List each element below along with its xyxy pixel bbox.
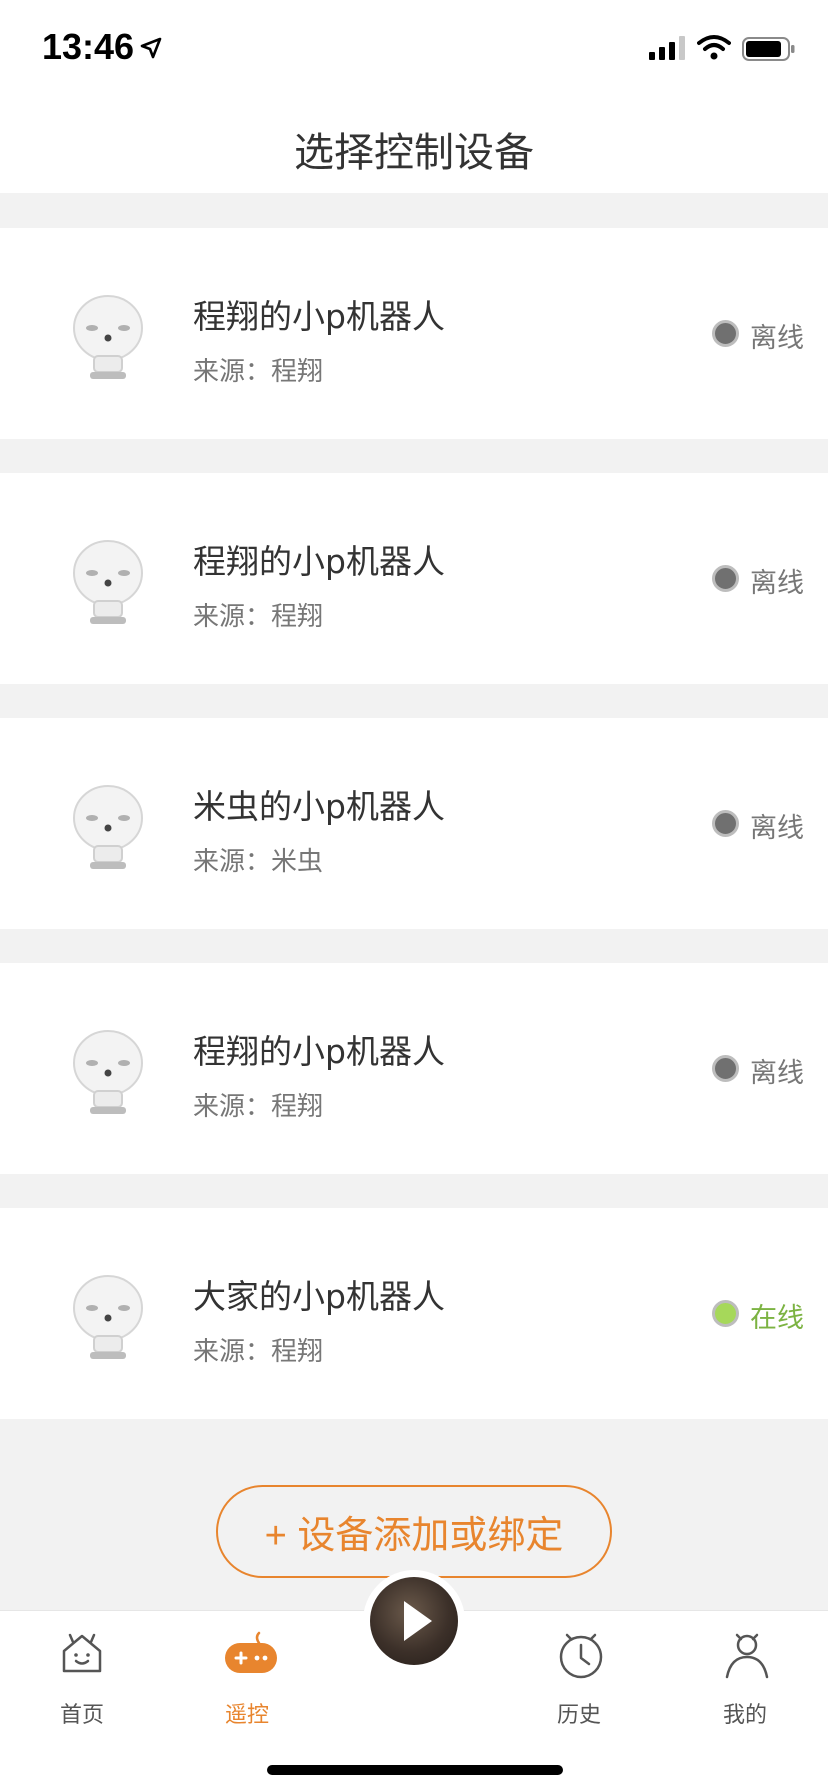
device-name: 程翔的小p机器人	[193, 297, 445, 336]
device-name: 程翔的小p机器人	[193, 542, 445, 581]
page-title: 选择控制设备	[294, 130, 534, 176]
device-source: 来源：程翔	[193, 1337, 324, 1367]
robot-icon	[73, 1030, 143, 1114]
device-card[interactable]: 米虫的小p机器人 来源：米虫 离线	[0, 718, 828, 929]
add-device-button[interactable]: + 设备添加或绑定	[216, 1485, 612, 1578]
robot-icon	[73, 295, 143, 379]
tab-label: 首页	[59, 1703, 104, 1728]
center-play-button[interactable]	[363, 1570, 465, 1672]
device-source: 来源：程翔	[193, 357, 324, 387]
status-dot	[712, 320, 739, 347]
device-card[interactable]: 程翔的小p机器人 来源：程翔 离线	[0, 963, 828, 1174]
status-dot	[712, 1055, 739, 1082]
play-thumbnail	[370, 1577, 458, 1665]
status-label: 离线	[750, 568, 804, 599]
status-label: 离线	[750, 813, 804, 844]
robot-icon	[73, 785, 143, 869]
tab-label: 遥控	[224, 1703, 269, 1728]
device-source: 来源：程翔	[193, 602, 324, 632]
home-indicator	[267, 1765, 563, 1775]
navigation-bar: 选择控制设备	[0, 96, 828, 193]
device-name: 大家的小p机器人	[193, 1277, 445, 1316]
device-card[interactable]: 程翔的小p机器人 来源：程翔 离线	[0, 473, 828, 684]
status-dot	[712, 565, 739, 592]
status-bar: 13:46	[0, 0, 828, 96]
wifi-icon	[697, 35, 731, 60]
status-label: 离线	[750, 323, 804, 354]
device-source: 来源：米虫	[193, 847, 324, 877]
device-card[interactable]: 大家的小p机器人 来源：程翔 在线	[0, 1208, 828, 1419]
tab-history[interactable]: 历史	[524, 1631, 634, 1731]
profile-icon	[725, 1633, 769, 1679]
clock-icon	[559, 1633, 603, 1679]
device-name: 米虫的小p机器人	[193, 787, 445, 826]
location-arrow-icon	[140, 37, 162, 59]
status-dot	[712, 1300, 739, 1327]
tab-remote[interactable]: 遥控	[192, 1631, 302, 1731]
status-label: 离线	[750, 1058, 804, 1089]
battery-icon	[742, 37, 795, 61]
home-icon	[62, 1633, 102, 1673]
robot-icon	[73, 540, 143, 624]
robot-icon	[73, 1275, 143, 1359]
tab-home[interactable]: 首页	[27, 1631, 137, 1731]
play-icon	[404, 1601, 432, 1641]
device-source: 来源：程翔	[193, 1092, 324, 1122]
gamepad-icon	[225, 1631, 277, 1673]
status-label: 在线	[750, 1303, 804, 1334]
tab-label: 我的	[722, 1703, 767, 1728]
status-dot	[712, 810, 739, 837]
status-time: 13:46	[42, 26, 135, 67]
device-name: 程翔的小p机器人	[193, 1032, 445, 1071]
tab-profile[interactable]: 我的	[690, 1631, 800, 1731]
signal-bars-icon	[649, 36, 685, 60]
device-card[interactable]: 程翔的小p机器人 来源：程翔 离线	[0, 228, 828, 439]
tab-label: 历史	[556, 1703, 601, 1728]
